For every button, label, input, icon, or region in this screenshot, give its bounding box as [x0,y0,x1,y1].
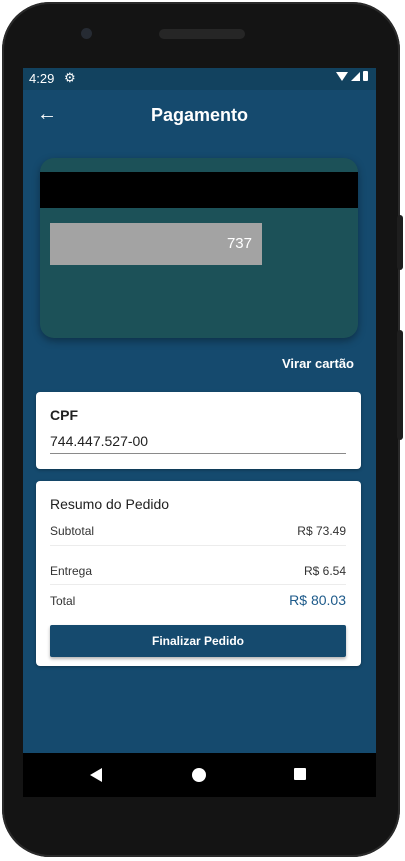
delivery-label: Entrega [50,564,93,578]
delivery-value: R$ 6.54 [303,564,346,578]
magnetic-stripe [40,172,358,208]
order-summary-title: Resumo do Pedido [50,496,170,512]
settings-gear-icon: ⚙ [64,70,76,85]
total-label: Total [50,594,76,608]
subtotal-label: Subtotal [50,524,95,538]
order-summary-panel: Resumo do Pedido Subtotal R$ 73.49 Entre… [36,481,361,666]
delivery-row: Entrega R$ 6.54 [50,564,346,578]
credit-card-back[interactable]: 737 [40,158,358,338]
earpiece-speaker [159,29,245,39]
app-screen: 4:29 ⚙ ← Pagamento 737 Virar cartão CPF … [23,68,376,753]
nav-recents-icon[interactable] [294,768,306,780]
app-bar: ← Pagamento [23,90,376,140]
power-button [397,330,403,440]
nav-home-icon[interactable] [192,768,206,782]
divider [50,545,346,546]
flip-card-button[interactable]: Virar cartão [282,356,354,371]
front-camera [81,28,92,39]
page-title: Pagamento [150,105,249,125]
card-cvv: 737 [226,235,252,252]
finish-order-button[interactable]: Finalizar Pedido [50,625,346,657]
subtotal-row: Subtotal R$ 73.49 [50,524,346,538]
volume-button [397,215,403,270]
system-nav-bar [23,753,376,797]
signal-icon [351,71,360,81]
cpf-label: CPF [50,407,78,423]
nav-back-icon[interactable] [90,768,102,782]
subtotal-value: R$ 73.49 [297,524,346,538]
total-row: Total R$ 80.03 [50,592,346,608]
wifi-icon [336,71,348,81]
cpf-input[interactable] [50,428,346,454]
battery-icon [363,71,368,81]
total-value: R$ 80.03 [289,592,346,608]
divider [50,584,346,585]
status-time: 4:29 [29,71,55,86]
cpf-panel: CPF [36,392,361,469]
signature-strip: 737 [50,223,262,265]
status-bar: 4:29 ⚙ [23,68,376,90]
status-icons [336,71,368,81]
